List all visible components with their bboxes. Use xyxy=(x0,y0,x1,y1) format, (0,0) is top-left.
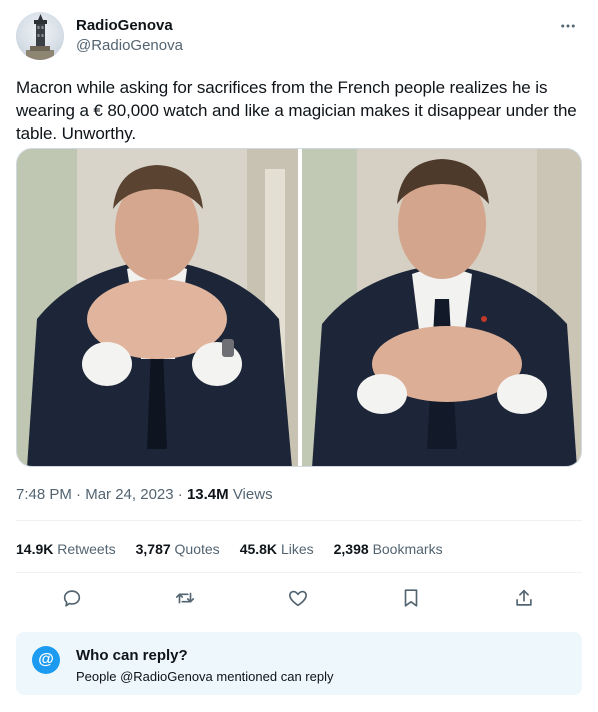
share-icon[interactable] xyxy=(510,584,538,612)
author-handle[interactable]: @RadioGenova xyxy=(76,37,183,55)
retweet-icon[interactable] xyxy=(171,584,199,612)
reply-icon[interactable] xyxy=(58,584,86,612)
who-can-reply-subtitle: People @RadioGenova mentioned can reply xyxy=(76,669,334,684)
tweet-time[interactable]: 7:48 PM xyxy=(16,486,72,503)
views-label: Views xyxy=(228,486,273,503)
stat-count: 45.8K xyxy=(239,541,278,557)
stat-likes[interactable]: 45.8K Likes xyxy=(240,541,314,557)
meta-separator: · xyxy=(71,486,86,503)
tweet-actions xyxy=(16,576,582,620)
tweet-date[interactable]: Mar 24, 2023 xyxy=(85,486,173,503)
bookmark-icon[interactable] xyxy=(397,584,425,612)
stat-quotes[interactable]: 3,787 Quotes xyxy=(136,541,220,557)
author-name[interactable]: RadioGenova xyxy=(76,17,173,35)
stat-count: 2,398 xyxy=(333,541,369,557)
avatar[interactable] xyxy=(16,12,64,60)
stat-count: 3,787 xyxy=(135,541,171,557)
stat-label: Quotes xyxy=(174,541,220,557)
tower-image xyxy=(26,14,54,60)
views-count: 13.4M xyxy=(186,486,229,503)
meta-separator: · xyxy=(173,486,187,503)
who-can-reply-title: Who can reply? xyxy=(76,647,188,664)
stat-label: Retweets xyxy=(57,541,116,557)
stat-label: Bookmarks xyxy=(372,541,443,557)
at-sign-icon: @ xyxy=(32,646,60,674)
stat-count: 14.9K xyxy=(16,541,54,557)
stat-label: Likes xyxy=(280,541,314,557)
tweet-meta: 7:48 PM · Mar 24, 2023 · 13.4M Views xyxy=(16,486,273,504)
tweet-text: Macron while asking for sacrifices from … xyxy=(16,78,577,143)
divider xyxy=(16,520,582,521)
who-can-reply-box: @ Who can reply? People @RadioGenova men… xyxy=(16,632,582,695)
tweet-header: RadioGenova @RadioGenova xyxy=(16,12,582,60)
stat-bookmarks[interactable]: 2,398 Bookmarks xyxy=(334,541,443,557)
divider xyxy=(16,572,582,573)
tweet-stats: 14.9K Retweets 3,787 Quotes 45.8K Likes … xyxy=(16,539,443,559)
like-icon[interactable] xyxy=(284,584,312,612)
stat-retweets[interactable]: 14.9K Retweets xyxy=(16,541,116,557)
more-options-icon[interactable] xyxy=(554,12,582,40)
tweet-media-image[interactable] xyxy=(16,148,582,467)
